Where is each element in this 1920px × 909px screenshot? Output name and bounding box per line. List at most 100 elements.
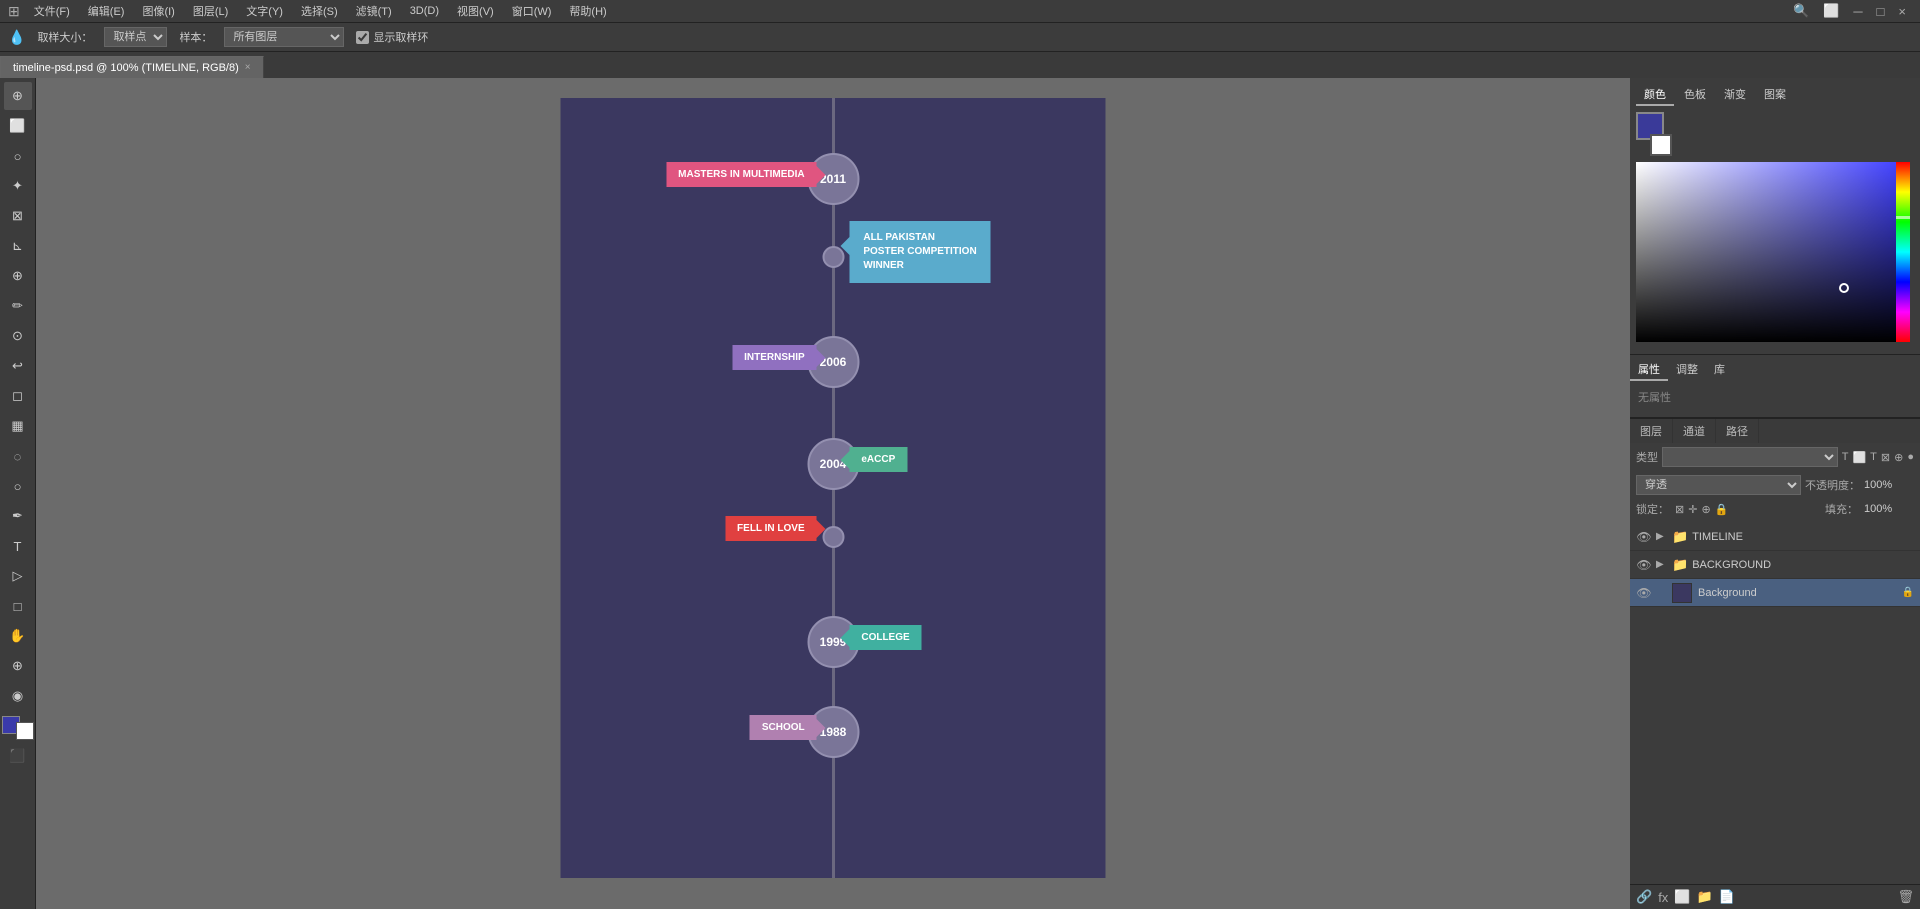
tab-gradient[interactable]: 渐变 [1716, 84, 1754, 106]
tab-pattern[interactable]: 图案 [1756, 84, 1794, 106]
color-cursor [1839, 283, 1849, 293]
menu-edit[interactable]: 编辑(E) [80, 1, 133, 21]
eaccp-label: eACCP [849, 447, 907, 472]
tab-channels[interactable]: 通道 [1673, 419, 1716, 443]
layer-vis-icon2[interactable]: 👁 [1636, 558, 1652, 572]
gradient-tool[interactable]: ▦ [4, 412, 32, 440]
add-mask-icon[interactable]: ⬜ [1674, 889, 1690, 905]
school-label-wrapper: SCHOOL [750, 715, 817, 740]
layers-tabs-row: 图层 通道 路径 [1630, 418, 1920, 443]
sample-select[interactable]: 所有图层 [224, 27, 344, 47]
lock-all-icon[interactable]: 🔒 [1715, 503, 1729, 516]
selection-tool[interactable]: ⬜ [4, 112, 32, 140]
layer-expand-icon2[interactable]: ▶ [1656, 559, 1668, 570]
document-tab[interactable]: timeline-psd.psd @ 100% (TIMELINE, RGB/8… [0, 56, 264, 78]
magic-wand-tool[interactable]: ✦ [4, 172, 32, 200]
menu-window[interactable]: 窗口(W) [504, 1, 560, 21]
tab-library[interactable]: 库 [1706, 359, 1733, 381]
menu-help[interactable]: 帮助(H) [561, 1, 614, 21]
layer-filter-icon3: T [1870, 451, 1877, 463]
blur-tool[interactable]: ◌ [4, 442, 32, 470]
path-select-tool[interactable]: ▷ [4, 562, 32, 590]
color-swatches-tool [2, 716, 34, 740]
hand-tool[interactable]: ✋ [4, 622, 32, 650]
menu-image[interactable]: 图像(I) [134, 1, 182, 21]
lock-pixels-icon[interactable]: ⊠ [1675, 503, 1684, 516]
layer-background-group[interactable]: 👁 ▶ 📁 BACKGROUND [1630, 551, 1920, 579]
zoom-icon[interactable]: ⬜ [1817, 3, 1845, 19]
quick-mask[interactable]: ◉ [4, 682, 32, 710]
tab-swatches[interactable]: 色板 [1676, 84, 1714, 106]
brush-tool[interactable]: ✏ [4, 292, 32, 320]
delete-layer-icon[interactable]: 🗑 [1897, 889, 1914, 905]
show-ring-label[interactable]: 显示取样环 [356, 29, 428, 45]
lock-label: 锁定： [1636, 501, 1669, 517]
menu-3d[interactable]: 3D(D) [402, 3, 447, 19]
lasso-tool[interactable]: ○ [4, 142, 32, 170]
menu-layer[interactable]: 图层(L) [185, 1, 236, 21]
new-layer-icon[interactable]: 📄 [1719, 889, 1735, 905]
layer-vis-icon3[interactable]: 👁 [1636, 586, 1652, 600]
layer-vis-icon[interactable]: 👁 [1636, 530, 1652, 544]
search-icon[interactable]: 🔍 [1787, 3, 1815, 19]
folder-icon2: 📁 [1672, 557, 1688, 573]
link-layers-icon[interactable]: 🔗 [1636, 889, 1652, 905]
tab-color[interactable]: 颜色 [1636, 84, 1674, 106]
tab-close-button[interactable]: × [245, 62, 251, 73]
properties-section: 属性 调整 库 无属性 [1630, 355, 1920, 417]
tab-properties[interactable]: 属性 [1630, 359, 1668, 381]
tab-title: timeline-psd.psd @ 100% (TIMELINE, RGB/8… [13, 62, 239, 74]
sample-size-select[interactable]: 取样点 [104, 27, 167, 47]
layer-name: TIMELINE [1692, 531, 1914, 543]
history-brush[interactable]: ↩ [4, 352, 32, 380]
close-icon[interactable]: × [1892, 4, 1912, 19]
hue-slider[interactable] [1896, 162, 1910, 342]
new-group-icon[interactable]: 📁 [1697, 889, 1713, 905]
color-gradient-main[interactable] [1636, 162, 1896, 342]
opacity-value: 100% [1864, 479, 1914, 491]
blend-mode-select[interactable]: 穿透 [1636, 475, 1801, 495]
layer-background[interactable]: 👁 Background 🔒 [1630, 579, 1920, 607]
text-tool[interactable]: T [4, 532, 32, 560]
healing-tool[interactable]: ⊕ [4, 262, 32, 290]
menu-view[interactable]: 视图(V) [449, 1, 502, 21]
screen-mode[interactable]: ⬛ [4, 742, 32, 770]
college-label: COLLEGE [849, 625, 921, 650]
pen-tool[interactable]: ✒ [4, 502, 32, 530]
masters-label: MASTERS IN MULTIMEDIA [666, 162, 816, 187]
layer-expand-icon[interactable]: ▶ [1656, 531, 1668, 542]
background-color[interactable] [1650, 134, 1672, 156]
tab-paths[interactable]: 路径 [1716, 419, 1759, 443]
shape-tool[interactable]: □ [4, 592, 32, 620]
show-ring-checkbox[interactable] [356, 31, 369, 44]
lock-position-icon[interactable]: ✛ [1688, 503, 1697, 516]
fell-label: FELL IN LOVE [725, 516, 817, 541]
fg-bg-swatches [1636, 112, 1672, 156]
minimize-icon[interactable]: ─ [1847, 4, 1868, 19]
tab-layers[interactable]: 图层 [1630, 419, 1673, 443]
layer-type-select[interactable] [1662, 447, 1838, 467]
pakistan-label: ALL PAKISTANPOSTER COMPETITIONWINNER [849, 221, 990, 283]
eraser-tool[interactable]: ◻ [4, 382, 32, 410]
tab-adjustments[interactable]: 调整 [1668, 359, 1706, 381]
layers-list: 👁 ▶ 📁 TIMELINE 👁 ▶ 📁 BACKGROUND 👁 Backgr… [1630, 519, 1920, 884]
maximize-icon[interactable]: □ [1871, 4, 1891, 19]
dodge-tool[interactable]: ○ [4, 472, 32, 500]
menu-text[interactable]: 文字(Y) [238, 1, 291, 21]
menu-file[interactable]: 文件(F) [26, 1, 78, 21]
crop-tool[interactable]: ⊠ [4, 202, 32, 230]
eyedropper-icon: 💧 [8, 29, 25, 46]
move-tool[interactable]: ⊕ [4, 82, 32, 110]
add-style-icon[interactable]: fx [1658, 890, 1668, 905]
layer-timeline[interactable]: 👁 ▶ 📁 TIMELINE [1630, 523, 1920, 551]
menu-select[interactable]: 选择(S) [293, 1, 346, 21]
lock-artboard-icon[interactable]: ⊕ [1701, 503, 1710, 516]
layer-name3: Background [1698, 587, 1898, 599]
fell-label-wrapper: FELL IN LOVE [725, 516, 817, 541]
menu-filter[interactable]: 滤镜(T) [348, 1, 400, 21]
bg-color[interactable] [16, 722, 34, 740]
layer-lock-icon: 🔒 [1902, 587, 1914, 598]
eyedropper-tool[interactable]: ⊾ [4, 232, 32, 260]
clone-tool[interactable]: ⊙ [4, 322, 32, 350]
zoom-tool[interactable]: ⊕ [4, 652, 32, 680]
